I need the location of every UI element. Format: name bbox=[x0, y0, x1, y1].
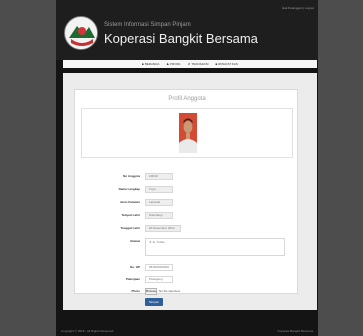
row-tempat-lahir: Tempat Lahir Sukoharjo bbox=[75, 211, 299, 220]
footer: Copyright © 2018 - All Rights Reserved K… bbox=[56, 327, 318, 336]
nav-item-profil[interactable]: ♟ PROFIL bbox=[166, 60, 181, 68]
browse-button[interactable]: Browse... bbox=[145, 288, 159, 295]
tempat-lahir-label: Tempat Lahir bbox=[121, 213, 140, 217]
nav-label: RIWAYAT KAS bbox=[218, 62, 238, 66]
nav-label: TRANSAKSI bbox=[191, 62, 209, 66]
pekerjaan-label: Pekerjaan bbox=[125, 277, 140, 281]
nav-item-transaksi[interactable]: ⇄ TRANSAKSI bbox=[188, 60, 209, 68]
nav-label: PROFIL bbox=[170, 62, 181, 66]
book-icon: ■ bbox=[215, 62, 218, 66]
content-container: Profil Anggota No Anggota A0010 Nama Len… bbox=[63, 73, 317, 310]
logo bbox=[64, 16, 98, 50]
app-subtitle: Sistem Informasi Simpan Pinjam bbox=[104, 22, 191, 28]
no-hp-field[interactable]: 081500000000 bbox=[145, 264, 173, 271]
app-title: Koperasi Bangkit Bersama bbox=[104, 31, 258, 46]
nama-lengkap-label: Nama Lengkap bbox=[118, 187, 140, 191]
jenis-kelamin-field[interactable]: Laki-laki bbox=[145, 199, 173, 206]
row-alamat: Alamat Jl. E. Tuhan bbox=[75, 237, 299, 259]
member-photo bbox=[179, 113, 197, 153]
nama-lengkap-field[interactable]: Tuyo bbox=[145, 186, 173, 193]
row-tanggal-lahir: Tanggal Lahir 20 Desember 2012 bbox=[75, 224, 299, 233]
footer-brand-text: Koperasi Bangkit Bersama bbox=[277, 329, 313, 333]
no-anggota-field[interactable]: A0010 bbox=[145, 173, 173, 180]
copyright-text: Copyright © 2018 - All Rights Reserved bbox=[61, 329, 114, 333]
profile-card: Profil Anggota No Anggota A0010 Nama Len… bbox=[74, 89, 299, 306]
no-anggota-label: No Anggota bbox=[123, 174, 140, 178]
nav-item-beranda[interactable]: ■ BERANDA bbox=[142, 60, 159, 68]
photo-frame bbox=[81, 108, 293, 158]
row-no-anggota: No Anggota A0010 bbox=[75, 172, 299, 181]
row-jenis-kelamin: Jenis Kelamin Laki-laki bbox=[75, 198, 299, 207]
tanggal-lahir-field[interactable]: 20 Desember 2012 bbox=[145, 225, 181, 232]
user-account-link[interactable]: Hak Pelanggan | Logout bbox=[282, 5, 314, 12]
row-nama-lengkap: Nama Lengkap Tuyo bbox=[75, 185, 299, 194]
tanggal-lahir-label: Tanggal Lahir bbox=[120, 226, 140, 230]
home-icon: ■ bbox=[142, 62, 144, 66]
nav-item-riwayat-kas[interactable]: ■ RIWAYAT KAS bbox=[215, 60, 237, 68]
row-no-hp: No. HP 081500000000 bbox=[75, 263, 299, 272]
save-button[interactable]: Simpan bbox=[145, 298, 163, 306]
row-pekerjaan: Pekerjaan Pedagang bbox=[75, 275, 299, 284]
nav-label: BERANDA bbox=[144, 62, 160, 66]
file-status: No file selected. bbox=[159, 289, 181, 293]
exchange-icon: ⇄ bbox=[187, 62, 191, 66]
row-photo: Photo Browse... No file selected. bbox=[75, 287, 299, 296]
photo-label: Photo bbox=[131, 289, 141, 293]
page: Hak Pelanggan | Logout Sistem Informasi … bbox=[56, 0, 318, 336]
navbar: ■ BERANDA ♟ PROFIL ⇄ TRANSAKSI ■ RIWAYAT… bbox=[63, 60, 317, 68]
jenis-kelamin-label: Jenis Kelamin bbox=[119, 200, 140, 204]
page-title: Profil Anggota bbox=[168, 96, 206, 102]
alamat-textarea[interactable]: Jl. E. Tuhan bbox=[145, 238, 285, 256]
tempat-lahir-field[interactable]: Sukoharjo bbox=[145, 212, 173, 219]
no-hp-label: No. HP bbox=[130, 265, 140, 269]
pekerjaan-field[interactable]: Pedagang bbox=[145, 276, 173, 283]
user-icon: ♟ bbox=[166, 62, 170, 66]
alamat-label: Alamat bbox=[129, 239, 140, 243]
